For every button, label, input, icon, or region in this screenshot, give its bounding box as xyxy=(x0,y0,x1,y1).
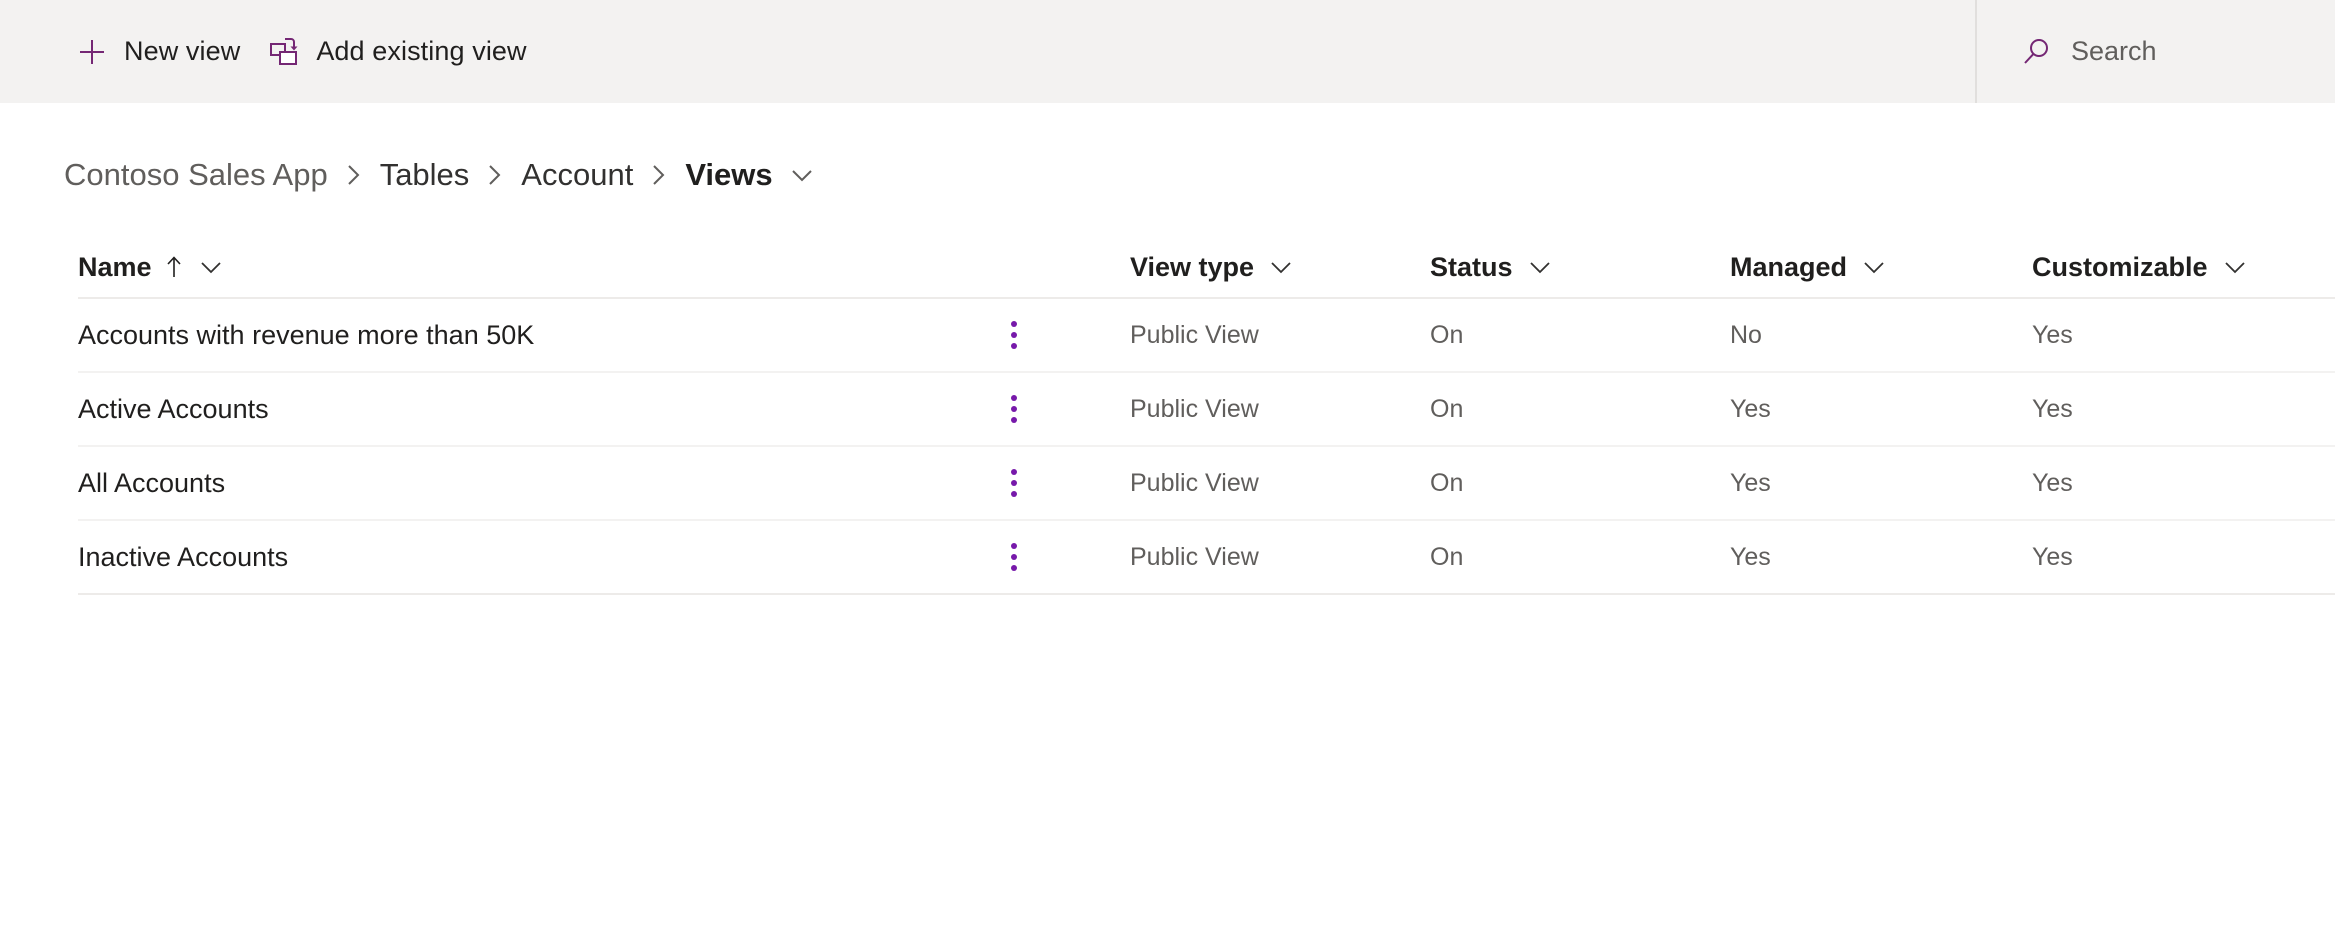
column-header-name-label: Name xyxy=(78,251,152,282)
add-existing-view-button[interactable]: Add existing view xyxy=(254,20,540,84)
cell-view-type-value: Public View xyxy=(1130,320,1259,349)
add-existing-view-label: Add existing view xyxy=(316,36,527,66)
breadcrumb-separator-icon xyxy=(345,161,363,189)
column-header-managed-label: Managed xyxy=(1730,251,1848,282)
cell-managed-value: Yes xyxy=(1730,468,1771,497)
table-row[interactable]: All Accounts Public View On Yes Yes xyxy=(78,447,2335,521)
cell-status: On xyxy=(1430,469,1730,498)
chevron-down-icon[interactable] xyxy=(789,162,815,188)
chevron-down-icon[interactable] xyxy=(1527,254,1553,280)
more-vertical-icon[interactable] xyxy=(1000,321,1028,349)
cell-customizable-value: Yes xyxy=(2032,468,2073,497)
column-header-customizable-label: Customizable xyxy=(2032,251,2208,282)
breadcrumb-item-account[interactable]: Account xyxy=(521,157,633,193)
cell-managed: Yes xyxy=(1730,543,2032,572)
more-vertical-icon[interactable] xyxy=(1000,469,1028,497)
cell-managed: Yes xyxy=(1730,395,2032,424)
table-row[interactable]: Accounts with revenue more than 50K Publ… xyxy=(78,299,2335,373)
cell-view-type-value: Public View xyxy=(1130,394,1259,423)
cell-managed-value: Yes xyxy=(1730,394,1771,423)
cell-customizable-value: Yes xyxy=(2032,320,2073,349)
cell-status: On xyxy=(1430,321,1730,350)
search-box[interactable] xyxy=(1975,0,2335,103)
cell-customizable: Yes xyxy=(2032,469,2335,498)
cell-view-type: Public View xyxy=(1130,321,1430,350)
more-vertical-icon[interactable] xyxy=(1000,543,1028,571)
views-table: Name View type Status Managed Customizab… xyxy=(0,237,2335,595)
view-name-link[interactable]: All Accounts xyxy=(78,468,225,499)
table-row[interactable]: Active Accounts Public View On Yes Yes xyxy=(78,373,2335,447)
search-input[interactable] xyxy=(2071,36,2331,67)
cell-customizable: Yes xyxy=(2032,543,2335,572)
cell-status: On xyxy=(1430,543,1730,572)
cell-customizable-value: Yes xyxy=(2032,394,2073,423)
cell-name[interactable]: All Accounts xyxy=(78,468,1130,499)
column-header-name[interactable]: Name xyxy=(78,252,1130,283)
breadcrumb-item-app[interactable]: Contoso Sales App xyxy=(64,157,328,193)
chevron-down-icon[interactable] xyxy=(2222,254,2248,280)
chevron-down-icon[interactable] xyxy=(1861,254,1887,280)
cell-managed: No xyxy=(1730,321,2032,350)
table-header-row: Name View type Status Managed Customizab… xyxy=(78,237,2335,299)
cell-view-type: Public View xyxy=(1130,469,1430,498)
view-name-link[interactable]: Accounts with revenue more than 50K xyxy=(78,320,534,351)
breadcrumb-item-tables[interactable]: Tables xyxy=(380,157,470,193)
cell-view-type: Public View xyxy=(1130,543,1430,572)
cell-customizable: Yes xyxy=(2032,321,2335,350)
new-view-label: New view xyxy=(124,36,241,66)
view-name-link[interactable]: Active Accounts xyxy=(78,394,269,425)
column-header-view-type[interactable]: View type xyxy=(1130,252,1430,283)
new-view-button[interactable]: New view xyxy=(62,20,254,84)
cell-customizable: Yes xyxy=(2032,395,2335,424)
cell-view-type-value: Public View xyxy=(1130,542,1259,571)
cell-name[interactable]: Inactive Accounts xyxy=(78,542,1130,573)
cell-view-type-value: Public View xyxy=(1130,468,1259,497)
arrow-up-icon xyxy=(164,253,184,281)
cell-managed-value: Yes xyxy=(1730,542,1771,571)
breadcrumb-separator-icon xyxy=(650,161,668,189)
command-bar: New view Add existing view xyxy=(0,0,2335,103)
search-icon xyxy=(2021,36,2053,68)
cell-status-value: On xyxy=(1430,320,1464,349)
column-header-status[interactable]: Status xyxy=(1430,252,1730,283)
column-header-customizable[interactable]: Customizable xyxy=(2032,252,2335,283)
cell-status: On xyxy=(1430,395,1730,424)
cell-status-value: On xyxy=(1430,394,1464,423)
chevron-down-icon[interactable] xyxy=(1268,254,1294,280)
cell-managed: Yes xyxy=(1730,469,2032,498)
cell-status-value: On xyxy=(1430,468,1464,497)
breadcrumb-item-views: Views xyxy=(685,157,773,192)
cell-view-type: Public View xyxy=(1130,395,1430,424)
plus-icon xyxy=(76,36,108,68)
cell-name[interactable]: Active Accounts xyxy=(78,394,1130,425)
cell-customizable-value: Yes xyxy=(2032,542,2073,571)
command-bar-actions: New view Add existing view xyxy=(0,0,541,103)
more-vertical-icon[interactable] xyxy=(1000,395,1028,423)
cell-managed-value: No xyxy=(1730,320,1762,349)
cell-status-value: On xyxy=(1430,542,1464,571)
column-header-view-type-label: View type xyxy=(1130,251,1255,282)
view-name-link[interactable]: Inactive Accounts xyxy=(78,542,288,573)
add-existing-view-icon xyxy=(268,36,300,68)
column-header-status-label: Status xyxy=(1430,251,1513,282)
cell-name[interactable]: Accounts with revenue more than 50K xyxy=(78,320,1130,351)
column-header-managed[interactable]: Managed xyxy=(1730,252,2032,283)
table-row[interactable]: Inactive Accounts Public View On Yes Yes xyxy=(78,521,2335,595)
chevron-down-icon[interactable] xyxy=(198,254,224,280)
breadcrumb-separator-icon xyxy=(486,161,504,189)
breadcrumb: Contoso Sales App Tables Account Views xyxy=(0,151,2335,199)
